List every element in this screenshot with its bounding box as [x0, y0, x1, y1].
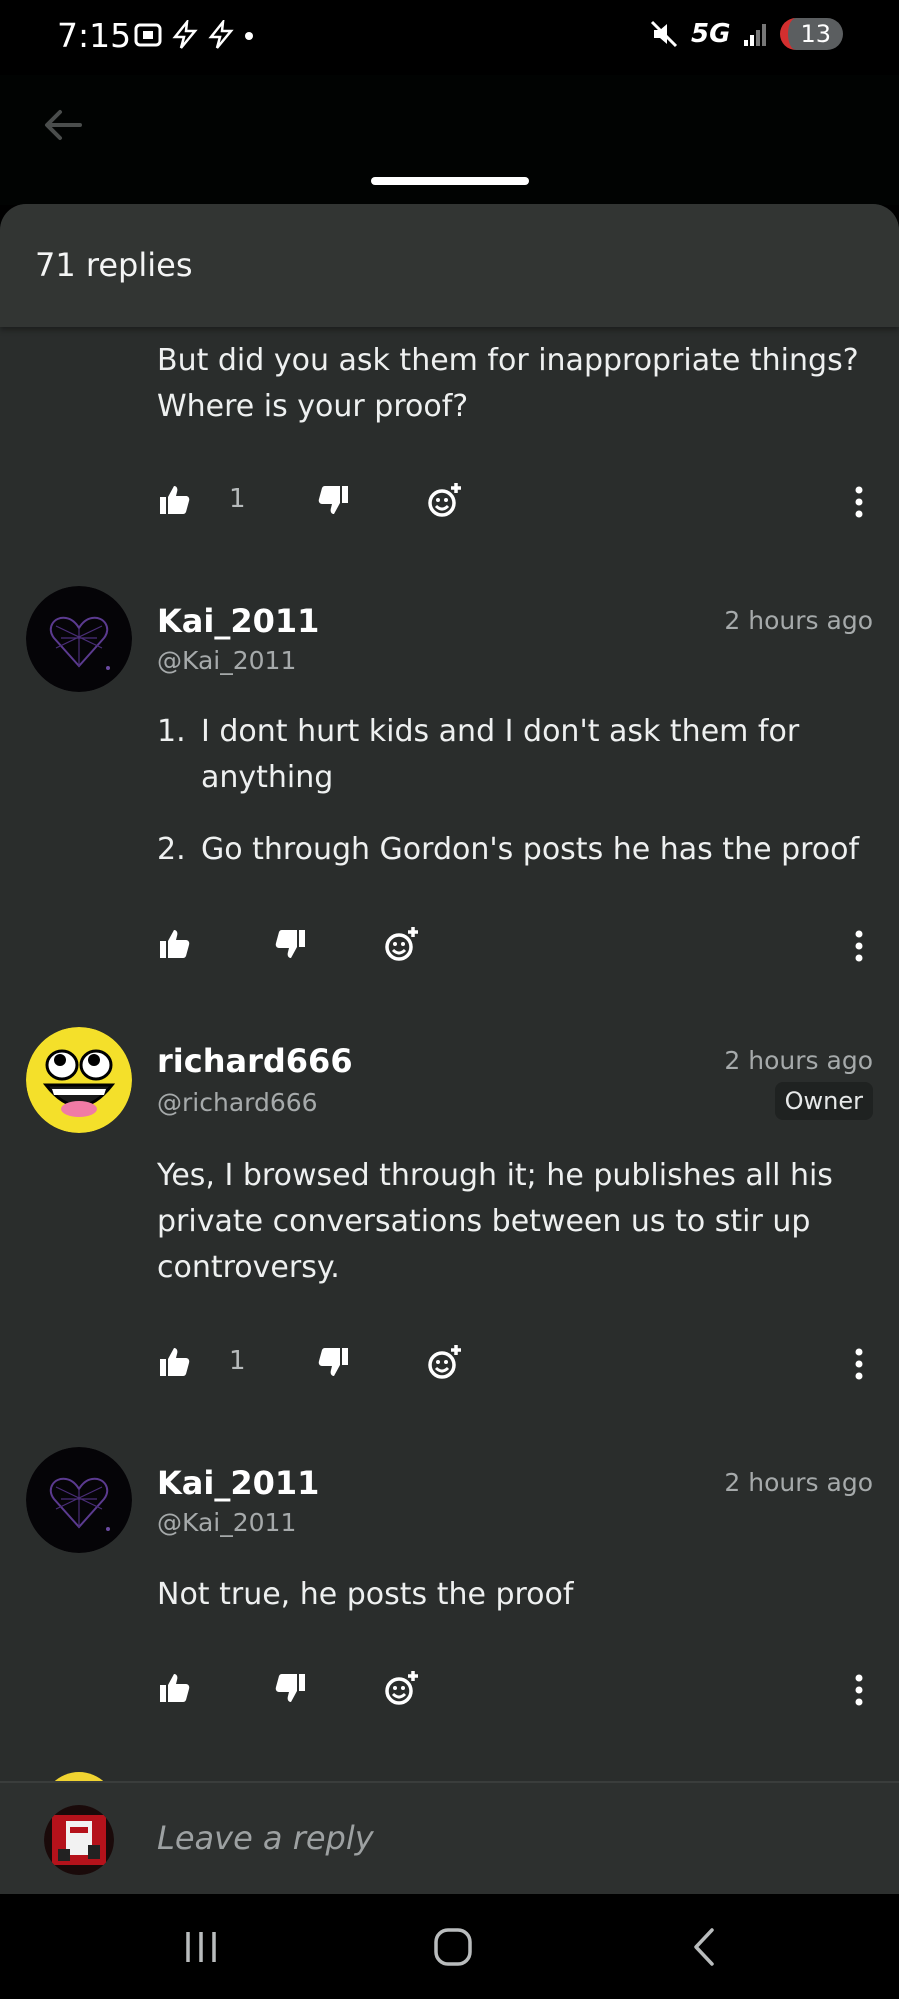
more-options-icon[interactable] [841, 1670, 877, 1710]
avatar[interactable] [26, 1027, 132, 1133]
comment-actions [157, 926, 877, 966]
comment-actions: 1 [157, 482, 877, 522]
thumbs-up-icon[interactable] [157, 1344, 193, 1380]
owner-badge: Owner [774, 1082, 873, 1120]
more-options-icon[interactable] [841, 926, 877, 966]
list-item: 2. Go through Gordon's posts he has the … [157, 827, 877, 873]
thumbs-down-icon[interactable] [315, 1344, 351, 1380]
comment-line: But did you ask them for inappropriate t… [157, 343, 859, 378]
comment-body: Not true, he posts the proof [157, 1572, 877, 1618]
thumbs-up-icon[interactable] [157, 926, 193, 962]
status-bar: 7:15 5G 13 [0, 0, 899, 75]
username[interactable]: Kai_2011 [157, 602, 319, 640]
system-nav-bar [0, 1894, 899, 1999]
sheet-header: 71 replies [0, 204, 899, 327]
comment-line: Where is your proof? [157, 389, 469, 424]
sheet-drag-handle[interactable] [371, 177, 529, 185]
signal-icon [744, 24, 767, 46]
flash-icon [172, 20, 198, 49]
status-system-icons: 5G 13 [649, 18, 843, 50]
comment-line: Yes, I browsed through it; he publishes … [157, 1158, 833, 1193]
add-reaction-icon[interactable] [427, 482, 463, 518]
recent-apps-icon[interactable] [176, 1922, 226, 1972]
network-type: 5G [691, 19, 731, 49]
thumbs-down-icon[interactable] [272, 1670, 308, 1706]
comment-body: But did you ask them for inappropriate t… [157, 338, 877, 430]
reply-count: 71 replies [35, 246, 193, 284]
comment-actions [157, 1670, 877, 1710]
status-time: 7:15 [57, 16, 132, 55]
comment-line: Not true, he posts the proof [157, 1577, 574, 1612]
comment-line: Go through Gordon's posts he has the pro… [201, 832, 860, 867]
user-handle: @richard666 [157, 1088, 318, 1117]
dot-icon [245, 32, 253, 40]
battery-indicator: 13 [780, 18, 843, 50]
status-notification-icons [133, 20, 255, 50]
timestamp: 2 hours ago [724, 1468, 873, 1497]
comment-body: Yes, I browsed through it; he publishes … [157, 1153, 877, 1291]
mute-icon [650, 20, 678, 48]
add-reaction-icon[interactable] [384, 1670, 420, 1706]
thumbs-down-icon[interactable] [315, 482, 351, 518]
avatar[interactable] [26, 586, 132, 692]
thumbs-up-icon[interactable] [157, 1670, 193, 1706]
flash-icon [208, 20, 234, 49]
reply-composer [0, 1781, 899, 1894]
comment-line: I dont hurt kids and I don't ask them fo… [201, 714, 800, 749]
back-arrow-icon[interactable] [40, 103, 84, 147]
home-icon[interactable] [428, 1922, 478, 1972]
comment-line: controversy. [157, 1250, 340, 1285]
replies-sheet: 71 replies But did you ask them for inap… [0, 204, 899, 1894]
timestamp: 2 hours ago [724, 1046, 873, 1075]
user-handle: @Kai_2011 [157, 646, 297, 675]
user-handle: @Kai_2011 [157, 1508, 297, 1537]
timestamp: 2 hours ago [724, 606, 873, 635]
avatar[interactable] [26, 1447, 132, 1553]
list-number: 1. [157, 714, 186, 749]
comment-list: 1. I dont hurt kids and I don't ask them… [157, 709, 877, 899]
comment-line: private conversations between us to stir… [157, 1204, 811, 1239]
back-icon[interactable] [680, 1922, 730, 1972]
app-top-area [0, 75, 899, 205]
like-count: 1 [229, 484, 246, 514]
list-number: 2. [157, 832, 186, 867]
more-options-icon[interactable] [841, 482, 877, 522]
list-item: 1. I dont hurt kids and I don't ask them… [157, 709, 877, 801]
username[interactable]: Kai_2011 [157, 1464, 319, 1502]
like-count: 1 [229, 1346, 246, 1376]
screenshot-icon [134, 23, 162, 47]
comment-actions: 1 [157, 1344, 877, 1384]
add-reaction-icon[interactable] [427, 1344, 463, 1380]
reply-input[interactable] [157, 1813, 837, 1863]
comment-line: anything [201, 760, 334, 795]
more-options-icon[interactable] [841, 1344, 877, 1384]
avatar[interactable] [44, 1805, 114, 1875]
add-reaction-icon[interactable] [384, 926, 420, 962]
username[interactable]: richard666 [157, 1042, 353, 1080]
thumbs-down-icon[interactable] [272, 926, 308, 962]
thumbs-up-icon[interactable] [157, 482, 193, 518]
